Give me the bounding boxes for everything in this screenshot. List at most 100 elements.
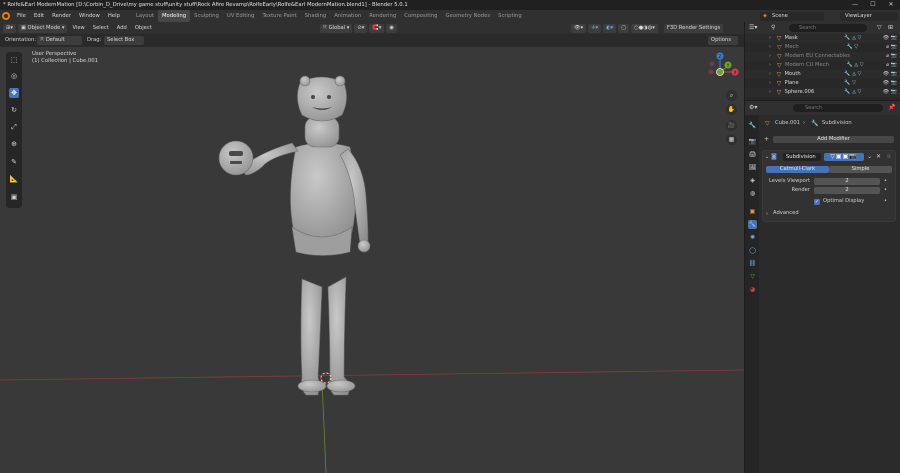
render-settings-dropdown[interactable]: F3D Render Settings [663,23,724,33]
measure-tool-icon[interactable]: 📐 [9,174,19,184]
blender-logo-icon[interactable] [2,12,10,20]
drag-dropdown[interactable]: Select Box [104,36,144,45]
add-cube-tool-icon[interactable]: ▣ [9,192,19,202]
keyframe-dot-icon[interactable]: • [884,198,887,204]
xray-toggle-icon[interactable]: ▢ [618,23,630,33]
advanced-subpanel[interactable]: Advanced [773,210,799,217]
object-tab-icon[interactable]: ▣ [748,207,757,216]
menu-edit[interactable]: Edit [30,10,48,22]
output-tab-icon[interactable]: 🖨 [748,150,757,159]
menu-select[interactable]: Select [90,24,112,33]
camera-view-icon[interactable]: 🎥 [726,120,737,131]
pivot-point-icon[interactable]: ⊙▾ [354,23,368,33]
transform-tool-icon[interactable]: ⊕ [9,139,19,149]
gizmo-neg-y-axis[interactable] [716,68,724,76]
close-button[interactable]: ✕ [882,0,900,10]
3d-viewport[interactable] [0,47,744,473]
menu-render[interactable]: Render [48,10,75,22]
proportional-editing-icon[interactable]: ◉ [386,23,397,33]
menu-help[interactable]: Help [104,10,124,22]
tab-geometry-nodes[interactable]: Geometry Nodes [441,10,494,22]
data-tab-icon[interactable]: ▽ [748,272,757,281]
modifier-name-field[interactable]: Subdivision [783,153,821,161]
outliner-row[interactable]: › ▽ Modern CU Mech 🔧 ◬ ▽ ⌀ 📷 [745,61,900,70]
optimal-display-checkbox[interactable]: ✓ [814,199,820,205]
remove-modifier-icon[interactable]: ✕ [876,153,881,160]
tab-uv-editing[interactable]: UV Editing [223,10,259,22]
annotate-tool-icon[interactable]: ✎ [9,157,19,167]
view-layer-tab-icon[interactable]: 🖼 [748,163,757,172]
scene-selector[interactable]: ◈ Scene [760,12,824,21]
cursor-tool-icon[interactable]: ◎ [9,71,19,81]
shading-modes[interactable]: ○●◑◍▾ [631,23,658,33]
tab-rendering[interactable]: Rendering [365,10,400,22]
visibility-eye-icon[interactable]: 👁 📷 [883,88,897,97]
drag-handle-icon[interactable]: ⁞⁞ [887,153,891,160]
expand-arrow-icon[interactable]: › [769,61,777,70]
tab-compositing[interactable]: Compositing [400,10,441,22]
constraints-tab-icon[interactable]: ⛓ [748,259,757,268]
visibility-icon[interactable]: 👁▾ [570,23,587,33]
move-tool-icon[interactable]: ✥ [9,88,19,98]
keyframe-dot-icon[interactable]: • [884,178,887,184]
tab-layout[interactable]: Layout [132,10,158,22]
expand-arrow-icon[interactable]: › [769,43,777,52]
expand-arrow-icon[interactable]: › [769,70,777,79]
menu-add[interactable]: Add [114,24,130,33]
editor-type-icon[interactable]: ⊞▾ [3,23,16,33]
visibility-eye-icon[interactable]: ⌀ 📷 [886,61,897,70]
catmull-clark-option[interactable]: Catmull-Clark [766,166,829,173]
select-box-tool-icon[interactable]: ⬚ [9,55,19,65]
3d-cursor-icon[interactable] [320,372,332,384]
outliner-search-input[interactable]: Search [789,24,867,32]
outliner-row[interactable]: › ▽ Mouth 🔧 ◬ ▽ 👁 📷 [745,70,900,79]
outliner-row[interactable]: › ▽ Modern EU Connectables ⌀ 📷 [745,52,900,61]
visibility-eye-icon[interactable]: 👁 📷 [883,70,897,79]
menu-view[interactable]: View [69,24,87,33]
ortho-toggle-icon[interactable]: ▦ [726,134,737,145]
expand-arrow-icon[interactable]: › [769,79,777,88]
tool-tab-icon[interactable]: 🔧 [748,121,757,130]
tab-modeling[interactable]: Modeling [157,10,191,22]
minimize-button[interactable]: — [846,0,864,10]
modifier-menu-icon[interactable]: ⌄ [867,153,872,160]
outliner-filter-icon[interactable]: ▽ [877,24,882,31]
render-tab-icon[interactable]: 📷 [748,137,757,146]
gizmo-neg-z-axis[interactable] [709,61,715,67]
scale-tool-icon[interactable]: ⤢ [9,122,19,132]
character-model[interactable] [218,75,371,396]
options-dropdown[interactable]: Options [708,36,738,45]
properties-editor-icon[interactable]: ⚙▾ [749,104,757,111]
gizmo-neg-x-axis[interactable] [708,69,714,75]
visibility-eye-icon[interactable]: 👁 📷 [883,34,897,43]
visibility-eye-icon[interactable]: ⌀ 📷 [886,43,897,52]
render-levels-field[interactable]: 2 [814,187,880,194]
overlay-toggle-icon[interactable]: ◐▾ [603,23,617,33]
outliner-row[interactable]: › ▽ Mech 🔧 ▽ ⌀ 📷 [745,43,900,52]
world-tab-icon[interactable]: ◍ [748,189,757,198]
expand-arrow-icon[interactable]: › [769,34,777,43]
outliner-editor-icon[interactable]: ☰▾ [749,24,757,31]
pan-view-icon[interactable]: ✋ [726,104,737,115]
physics-tab-icon[interactable]: ◯ [748,246,757,255]
add-modifier-button[interactable]: Add Modifier [773,136,894,143]
modifier-tab-icon[interactable]: 🔧 [748,220,757,229]
outliner-row[interactable]: › ▽ Sphere.006 🔧 ◬ ▽ 👁 📷 [745,88,900,97]
collapse-arrow-icon[interactable]: ⌄ [765,154,769,160]
material-tab-icon[interactable]: ◕ [748,285,757,294]
simple-option[interactable]: Simple [829,166,892,173]
expand-arrow-icon[interactable]: › [766,211,768,217]
orientation-dropdown[interactable]: ⤧ Default [37,36,82,45]
menu-object[interactable]: Object [132,24,155,33]
tab-sculpting[interactable]: Sculpting [190,10,223,22]
mode-dropdown[interactable]: ▣ Object Mode ▾ [17,23,68,33]
filter-icon[interactable]: ⚲ [771,24,775,31]
outliner-row[interactable]: › ▽ Mask 🔧 ◬ ▽ 👁 📷 [745,34,900,43]
tab-scripting[interactable]: Scripting [494,10,526,22]
menu-window[interactable]: Window [75,10,104,22]
pin-icon[interactable]: 📌 [888,104,895,111]
zoom-view-icon[interactable]: ⌕ [726,90,737,101]
expand-arrow-icon[interactable]: › [769,52,777,61]
modifier-toggle-icons[interactable]: ▽▣▣📷 [824,153,864,161]
properties-search-input[interactable]: Search [793,104,883,112]
